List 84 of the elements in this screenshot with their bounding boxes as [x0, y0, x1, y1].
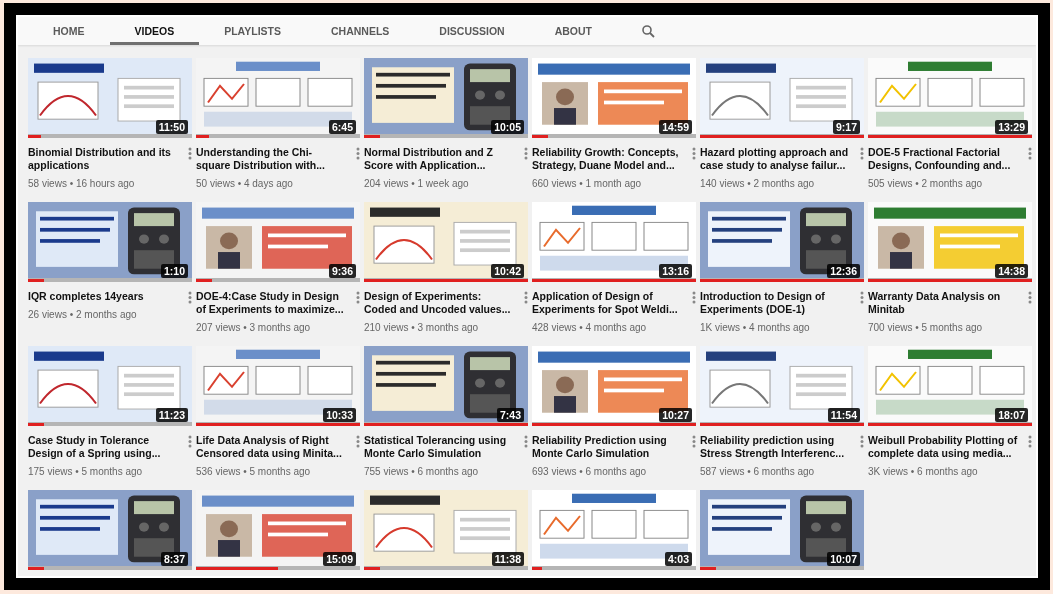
duration-badge: 1:10 — [161, 264, 188, 278]
video-meta: 140 views • 2 months ago — [700, 178, 816, 189]
video-meta: 50 views • 4 days ago — [196, 178, 294, 189]
video-title[interactable]: Statistical Tolerancing using Monte Carlo Simulation — [364, 434, 514, 460]
more-icon[interactable] — [1028, 291, 1032, 304]
video-title[interactable]: Introduction to Design of Experiments (DOE-1) — [700, 290, 850, 316]
more-icon[interactable] — [188, 291, 192, 304]
tab[interactable]: ABOUT — [529, 17, 617, 45]
more-icon[interactable] — [524, 435, 528, 448]
duration-badge: 18:07 — [995, 408, 1028, 422]
video-meta: 207 views • 3 months ago — [196, 322, 312, 333]
video-meta: 536 views • 5 months ago — [196, 466, 312, 477]
video-title[interactable]: DOE-4:Case Study in Design of Experiments to maximize... — [196, 290, 346, 316]
duration-badge: 11:38 — [491, 552, 524, 566]
video-title[interactable]: Design of Experiments: Coded and Uncoded values... — [364, 290, 514, 316]
more-icon[interactable] — [188, 435, 192, 448]
duration-badge: 7:43 — [497, 408, 524, 422]
video-title[interactable]: Binomial Distribution and its applications — [28, 146, 178, 172]
video-meta: 210 views • 3 months ago — [364, 322, 480, 333]
video-title[interactable]: Reliability prediction using Stress Strength Interferenc... — [700, 434, 850, 460]
video-title[interactable]: Reliability Growth: Concepts, Strategy, Duane Model and... — [532, 146, 682, 172]
more-icon[interactable] — [692, 291, 696, 304]
tab[interactable]: VIDEOS — [109, 17, 200, 45]
video-meta: 3K views • 6 months ago — [868, 466, 979, 477]
video-title[interactable]: Hazard plotting approach and case study to analyse failur... — [700, 146, 850, 172]
duration-badge: 14:59 — [659, 120, 692, 134]
duration-badge: 12:36 — [827, 264, 860, 278]
duration-badge: 11:50 — [155, 120, 188, 134]
video-meta: 693 views • 6 months ago — [532, 466, 648, 477]
more-icon[interactable] — [860, 291, 864, 304]
duration-badge: 10:42 — [491, 264, 524, 278]
more-icon[interactable] — [188, 147, 192, 160]
video-meta: 1K views • 4 months ago — [700, 322, 811, 333]
video-meta: 204 views • 1 week ago — [364, 178, 470, 189]
more-icon[interactable] — [860, 147, 864, 160]
more-icon[interactable] — [356, 291, 360, 304]
video-meta: 755 views • 6 months ago — [364, 466, 480, 477]
more-icon[interactable] — [860, 435, 864, 448]
video-meta: 505 views • 2 months ago — [868, 178, 984, 189]
duration-badge: 11:54 — [827, 408, 860, 422]
more-icon[interactable] — [692, 435, 696, 448]
more-icon[interactable] — [356, 435, 360, 448]
duration-badge: 10:27 — [659, 408, 692, 422]
duration-badge: 13:16 — [659, 264, 692, 278]
video-meta: 587 views • 6 months ago — [700, 466, 816, 477]
duration-badge: 9:17 — [833, 120, 860, 134]
video-title[interactable]: Application of Design of Experiments for Spot Weldi... — [532, 290, 682, 316]
duration-badge: 15:09 — [323, 552, 356, 566]
duration-badge: 4:03 — [665, 552, 692, 566]
video-meta: 26 views • 2 months ago — [28, 309, 138, 320]
video-meta: 660 views • 1 month ago — [532, 178, 643, 189]
duration-badge: 8:37 — [161, 552, 188, 566]
video-title[interactable]: Warranty Data Analysis on Minitab — [868, 290, 1018, 316]
duration-badge: 14:38 — [995, 264, 1028, 278]
video-title[interactable]: Weibull Probability Plotting of complete data using media... — [868, 434, 1018, 460]
tab[interactable]: HOME — [28, 17, 110, 45]
duration-badge: 10:33 — [323, 408, 356, 422]
more-icon[interactable] — [524, 147, 528, 160]
video-title[interactable]: IQR completes 14years — [28, 290, 178, 303]
duration-badge: 9:36 — [329, 264, 356, 278]
duration-badge: 10:05 — [491, 120, 524, 134]
video-title[interactable]: Normal Distribution and Z Score with Application... — [364, 146, 514, 172]
duration-badge: 10:07 — [827, 552, 860, 566]
video-title[interactable]: Reliability Prediction using Monte Carlo Simulation — [532, 434, 682, 460]
more-icon[interactable] — [524, 291, 528, 304]
video-title[interactable]: Understanding the Chi-square Distribution with... — [196, 146, 346, 172]
video-title[interactable]: DOE-5 Fractional Factorial Designs, Confounding and... — [868, 146, 1018, 172]
more-icon[interactable] — [692, 147, 696, 160]
video-title[interactable]: Life Data Analysis of Right Censored data using Minita... — [196, 434, 346, 460]
tab[interactable]: CHANNELS — [306, 17, 415, 45]
more-icon[interactable] — [1028, 435, 1032, 448]
tab[interactable]: DISCUSSION — [414, 17, 530, 45]
duration-badge: 11:23 — [155, 408, 188, 422]
video-meta: 700 views • 5 months ago — [868, 322, 984, 333]
video-meta: 428 views • 4 months ago — [532, 322, 648, 333]
search-icon[interactable] — [642, 24, 655, 38]
video-meta: 175 views • 5 months ago — [28, 466, 144, 477]
duration-badge: 13:29 — [995, 120, 1028, 134]
video-title[interactable]: Case Study in Tolerance Design of a Spring using... — [28, 434, 178, 460]
duration-badge: 6:45 — [329, 120, 356, 134]
tab[interactable]: PLAYLISTS — [199, 17, 306, 45]
video-meta: 58 views • 16 hours ago — [28, 178, 136, 189]
more-icon[interactable] — [356, 147, 360, 160]
more-icon[interactable] — [1028, 147, 1032, 160]
